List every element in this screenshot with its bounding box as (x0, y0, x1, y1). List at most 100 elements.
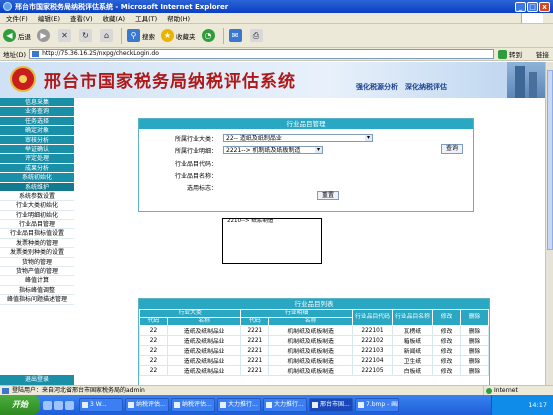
quick-launch-icon[interactable] (65, 400, 74, 410)
sidebar-item[interactable]: 指标峰值调整 (0, 285, 74, 296)
table-cell: 22 (139, 355, 168, 366)
minimize-button[interactable]: _ (515, 1, 526, 12)
reset-button[interactable]: 重置 (317, 191, 339, 200)
category-select[interactable]: 22-- 造纸及纸制品业 (223, 134, 373, 142)
delete-link[interactable]: 删除 (460, 345, 489, 356)
back-button[interactable]: ◀ 后退 (3, 29, 31, 42)
col-product-code: 行业品目代码 (352, 309, 393, 326)
sidebar-item[interactable]: 系统初始化 (0, 173, 74, 183)
menu-bar: 文件(F) 编辑(E) 查看(V) 收藏(A) 工具(T) 帮助(H) (0, 13, 553, 24)
site-banner: 邢台市国家税务局纳税评估系统 强化税源分析 深化纳税评估 (0, 62, 545, 98)
quick-launch-icon[interactable] (43, 400, 52, 410)
menu-tools[interactable]: 工具(T) (135, 13, 157, 23)
table-cell: 卫生纸 (392, 355, 433, 366)
taskbar-item[interactable]: 邢台市国... (309, 398, 353, 412)
sidebar-item[interactable]: 成果分析 (0, 163, 74, 174)
sidebar-item[interactable]: 信息采集 (0, 98, 74, 108)
sidebar-nav: 信息采集 业务查询 任务选择 确定对象 审核分析 举证确认 评定处理 成果分析 系统初始化 系统维… (0, 98, 74, 385)
close-button[interactable]: x (539, 1, 550, 12)
start-button[interactable]: 开始 (0, 395, 40, 415)
table-row: 22 造纸及纸制品业 2221 机制纸及纸板制造 222103 新闻纸 修改 删除 (139, 345, 489, 356)
sidebar-item[interactable]: 行业品目指标值设置 (0, 229, 74, 239)
delete-link[interactable]: 删除 (460, 325, 489, 336)
query-button[interactable]: 查询 (441, 144, 463, 154)
search-button[interactable]: ⚲ 搜索 (127, 29, 155, 42)
sidebar-item[interactable]: 系统参数设置 (0, 191, 74, 202)
mail-button[interactable]: ✉ (228, 29, 244, 42)
code-label: 行业品目代码： (174, 161, 217, 168)
taskbar-item[interactable]: 大力推行... (263, 398, 307, 412)
category-row: 所属行业大类： 22-- 造纸及纸制品业 (139, 134, 473, 143)
logout-button[interactable]: 退出登录 (0, 375, 74, 385)
home-button[interactable]: ⌂ (100, 29, 115, 42)
taskbar-item[interactable]: 纳税评估... (171, 398, 215, 412)
print-icon: ⎙ (249, 29, 263, 42)
taskbar-item[interactable]: 3 W... (79, 398, 123, 412)
sidebar-item[interactable]: 峰值指标问题描述管理 (0, 295, 74, 305)
table-cell: 白板纸 (392, 365, 433, 376)
history-button[interactable]: ◔ (201, 29, 217, 42)
table-row: 22 造纸及纸制品业 2221 机制纸及纸板制造 222104 卫生纸 修改 删除 (139, 355, 489, 366)
detail-select[interactable]: 2221--> 机制纸及纸板制造 (223, 146, 323, 154)
favorites-button[interactable]: ★ 收藏夹 (161, 29, 196, 42)
delete-link[interactable]: 删除 (460, 335, 489, 346)
edit-link[interactable]: 修改 (432, 325, 461, 336)
menu-help[interactable]: 帮助(H) (167, 13, 190, 23)
go-button[interactable]: 转到 (498, 49, 522, 59)
window-title: 邢台市国家税务局纳税评估系统 - Microsoft Internet Expl… (15, 2, 229, 11)
go-label: 转到 (509, 51, 522, 59)
table-row: 22 造纸及纸制品业 2221 机制纸及纸板制造 222102 箱板纸 修改 删除 (139, 335, 489, 346)
print-button[interactable]: ⎙ (249, 29, 265, 42)
quick-launch-icon[interactable] (54, 400, 63, 410)
sidebar-item[interactable]: 业务查询 (0, 107, 74, 117)
refresh-button[interactable]: ↻ (79, 29, 94, 42)
table-cell: 2221 (240, 345, 270, 356)
sidebar-item[interactable]: 货物产值的管理 (0, 267, 74, 277)
edit-link[interactable]: 修改 (432, 345, 461, 356)
menu-edit[interactable]: 编辑(E) (38, 13, 60, 23)
vertical-scrollbar[interactable] (545, 62, 553, 385)
taskbar: 开始 3 W... 纳税评估... 纳税评估... 大力推行... 大力推行... 邢台市… (0, 395, 553, 415)
back-arrow-icon: ◀ (3, 29, 16, 42)
edit-link[interactable]: 修改 (432, 355, 461, 366)
edit-link[interactable]: 修改 (432, 335, 461, 346)
sidebar-item[interactable]: 评定处理 (0, 154, 74, 164)
flag-label: 选用标志： (186, 185, 217, 192)
sidebar-item[interactable]: 确定对象 (0, 126, 74, 136)
edit-link[interactable]: 修改 (432, 365, 461, 376)
table-cell: 222103 (352, 345, 393, 356)
sidebar-item[interactable]: 系统维护 (0, 182, 74, 192)
sidebar-item[interactable]: 举证确认 (0, 144, 74, 155)
windows-flag-icon (521, 13, 543, 23)
col-edit: 修改 (432, 309, 461, 326)
sidebar-item[interactable]: 行业大类初始化 (0, 201, 74, 211)
address-input[interactable]: http://75.36.16.25/nxpg/checkLogin.do (29, 49, 494, 59)
table-cell: 造纸及纸制品业 (166, 365, 242, 376)
sidebar-item[interactable]: 发票种类的管理 (0, 238, 74, 249)
table-cell: 机制纸及纸板制造 (268, 325, 353, 336)
sidebar-item[interactable]: 任务选择 (0, 116, 74, 127)
taskbar-item[interactable]: 纳税评估... (125, 398, 169, 412)
delete-link[interactable]: 删除 (460, 365, 489, 376)
quick-launch (43, 400, 76, 410)
links-button[interactable]: 链接 (536, 49, 549, 59)
taskbar-item[interactable]: 大力推行... (217, 398, 261, 412)
sidebar-item[interactable]: 行业明细初始化 (0, 210, 74, 221)
delete-link[interactable]: 删除 (460, 355, 489, 366)
sidebar-item[interactable]: 货物的管理 (0, 257, 74, 268)
menu-view[interactable]: 查看(V) (70, 13, 93, 23)
sidebar-item[interactable]: 行业品目管理 (0, 220, 74, 230)
forward-button[interactable]: ▶ (37, 29, 52, 42)
stop-button[interactable]: ✕ (58, 29, 73, 42)
menu-favorites[interactable]: 收藏(A) (103, 13, 126, 23)
table-cell: 箱板纸 (392, 335, 433, 346)
detail-dropdown-list[interactable]: 2210--> 纸浆制造2221--> 机制纸及纸板制造2222--> 手工纸制… (222, 218, 322, 264)
scrollbar-thumb[interactable] (547, 70, 553, 250)
menu-file[interactable]: 文件(F) (6, 13, 28, 23)
sidebar-item[interactable]: 峰值计算 (0, 276, 74, 286)
taskbar-item[interactable]: 7.bmp - 画图 (355, 398, 399, 412)
sidebar-item[interactable]: 审核分析 (0, 135, 74, 145)
sidebar-item[interactable]: 发票类别种类的设置 (0, 248, 74, 258)
maximize-button[interactable]: □ (527, 1, 538, 12)
refresh-icon: ↻ (79, 29, 92, 42)
